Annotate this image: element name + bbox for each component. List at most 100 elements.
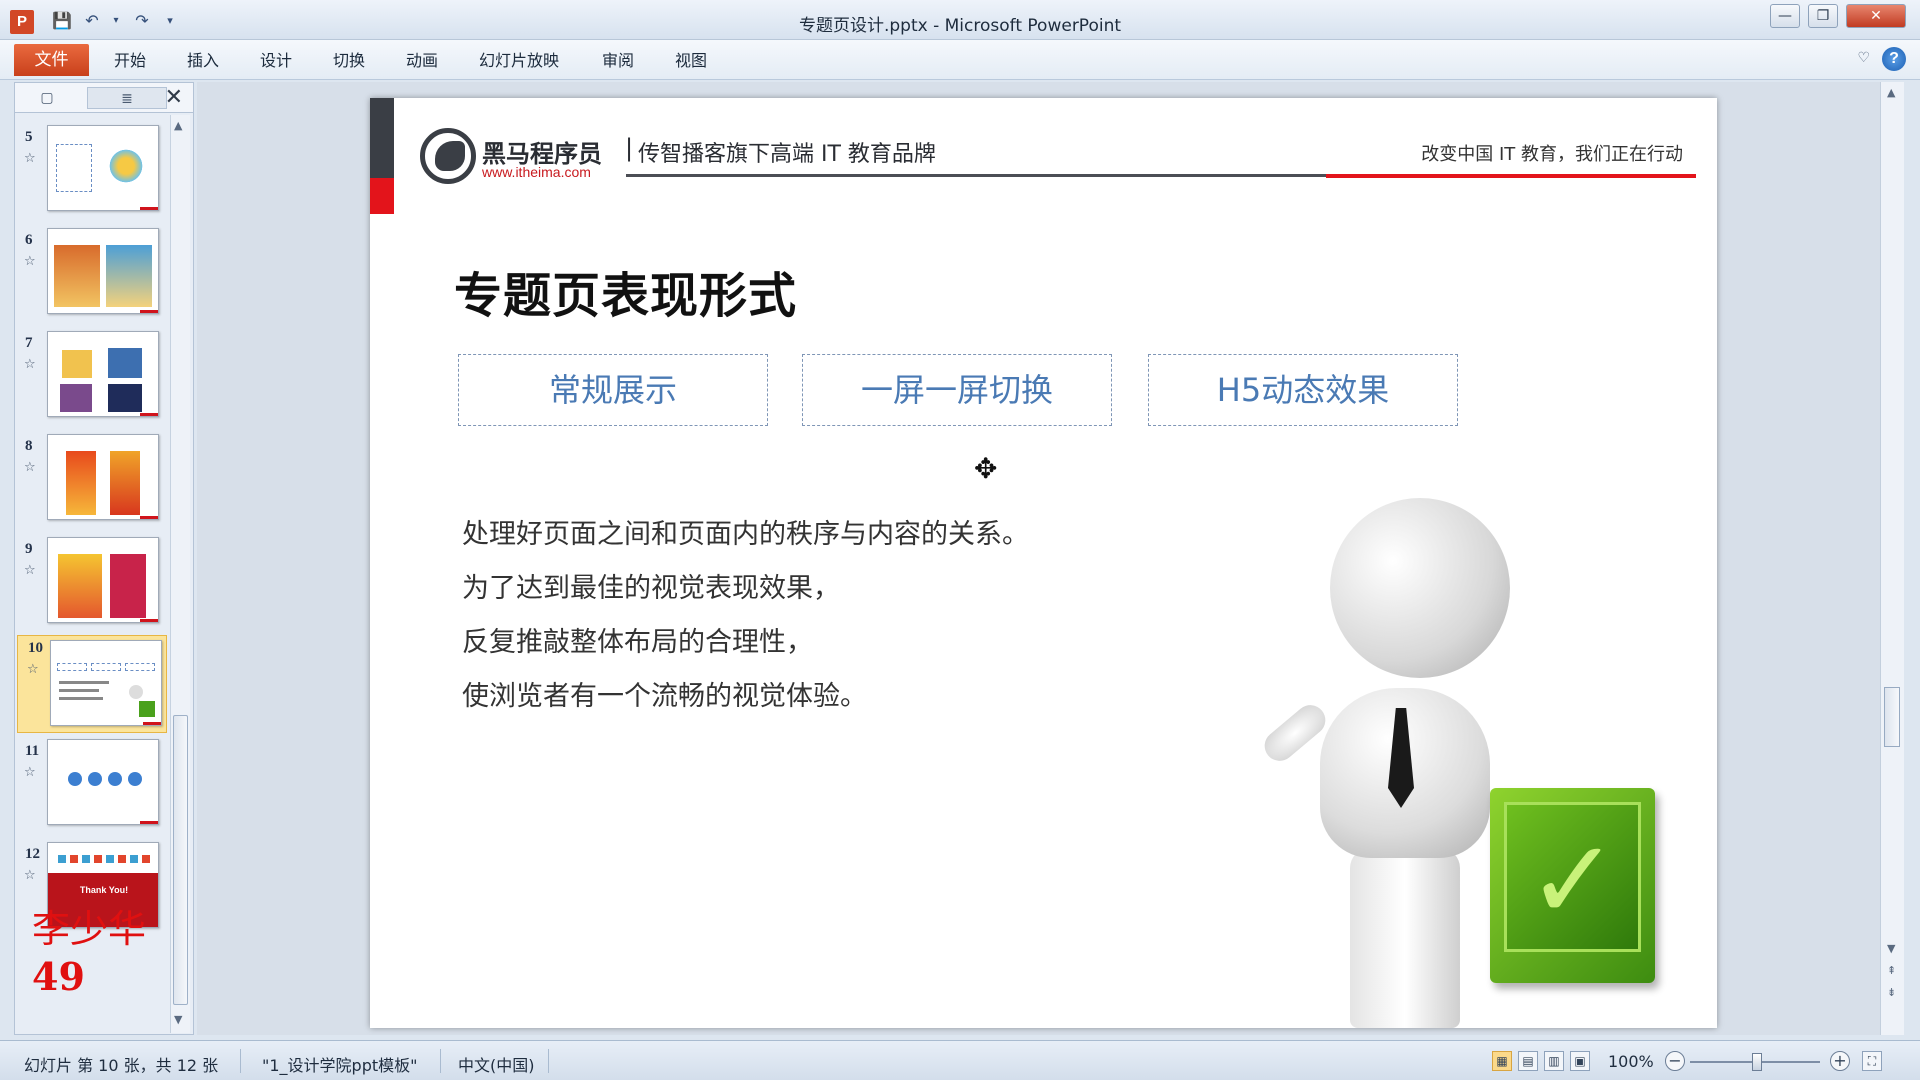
normal-view-icon[interactable]: ▦ [1492, 1051, 1512, 1071]
slide-thumbnail[interactable] [47, 739, 159, 825]
zoom-out-icon[interactable]: − [1665, 1051, 1685, 1071]
slide-side-bar-red [370, 178, 394, 214]
previous-slide-icon[interactable]: ⇞ [1887, 964, 1896, 977]
tab-view[interactable]: 视图 [675, 48, 707, 74]
slides-pane: ▢ ≣ ✕ 5 ☆ 6 ☆ 7 ☆ 8 ☆ 9 ☆ 10 ☆ 11 ☆ 12 ☆… [14, 82, 194, 1035]
watermark: 李少华 49 [32, 905, 146, 1001]
tab-animations[interactable]: 动画 [406, 48, 438, 74]
slides-tab-icon[interactable]: ▢ [17, 87, 77, 109]
slide-thumbnail[interactable] [47, 228, 159, 314]
ribbon-minimize-icon[interactable]: ♡ [1857, 50, 1870, 66]
thumbnail-row-selected[interactable]: 10 ☆ [17, 635, 167, 733]
tagline: 改变中国 IT 教育，我们正在行动 [1421, 144, 1683, 165]
scroll-up-icon[interactable]: ▲ [174, 119, 182, 132]
option-box-h5[interactable]: H5动态效果 [1148, 354, 1458, 426]
help-icon[interactable]: ? [1882, 47, 1906, 71]
checkmark-box-icon: ✓ [1490, 788, 1655, 983]
slide-number: 10 [28, 640, 43, 656]
thumbnail-row[interactable]: 8 ☆ [15, 434, 170, 534]
slide-number: 12 [25, 846, 40, 862]
animation-star-icon: ☆ [24, 868, 36, 883]
scroll-down-icon[interactable]: ▼ [1887, 942, 1895, 955]
brand-slogan: 传智播客旗下高端 IT 教育品牌 [638, 142, 936, 167]
thumbnail-row[interactable]: 9 ☆ [15, 537, 170, 637]
pane-tabs: ▢ ≣ ✕ [15, 83, 193, 113]
slide-number: 6 [25, 232, 33, 248]
horse-logo-icon [420, 128, 476, 184]
slide-sorter-view-icon[interactable]: ▤ [1518, 1051, 1538, 1071]
animation-star-icon: ☆ [27, 662, 39, 677]
slide-thumbnail[interactable] [47, 125, 159, 211]
zoom-in-icon[interactable]: + [1830, 1051, 1850, 1071]
slide-title[interactable]: 专题页表现形式 [454, 256, 797, 326]
slide-number: 5 [25, 129, 33, 145]
zoom-level[interactable]: 100% [1608, 1052, 1654, 1071]
fit-to-window-icon[interactable]: ⛶ [1862, 1051, 1882, 1071]
theme-name[interactable]: "1_设计学院ppt模板" [262, 1052, 418, 1076]
animation-star-icon: ☆ [24, 563, 36, 578]
language-indicator[interactable]: 中文(中国) [458, 1052, 535, 1076]
body-line: 反复推敲整体布局的合理性， [462, 627, 813, 658]
slide-number: 8 [25, 438, 33, 454]
reading-view-icon[interactable]: ▥ [1544, 1051, 1564, 1071]
move-cursor-icon: ✥ [974, 452, 998, 485]
tab-slideshow[interactable]: 幻灯片放映 [479, 48, 559, 74]
outline-tab-icon[interactable]: ≣ [87, 87, 167, 109]
figure-head [1330, 498, 1510, 678]
tab-transitions[interactable]: 切换 [333, 48, 365, 74]
body-line: 处理好页面之间和页面内的秩序与内容的关系。 [462, 519, 1029, 550]
slideshow-view-icon[interactable]: ▣ [1570, 1051, 1590, 1071]
slide-counter: 幻灯片 第 10 张，共 12 张 [24, 1056, 219, 1075]
window-title: 专题页设计.pptx - Microsoft PowerPoint [798, 16, 1122, 36]
thumbnail-row[interactable]: 11 ☆ [15, 739, 170, 839]
brand-separator: | [625, 134, 634, 162]
slide-number: 9 [25, 541, 33, 557]
close-pane-icon[interactable]: ✕ [165, 85, 183, 110]
editor-scrollbar[interactable]: ▲ ▼ ⇞ ⇟ [1880, 82, 1904, 1035]
animation-star-icon: ☆ [24, 460, 36, 475]
thumbnail-row[interactable]: 5 ☆ [15, 125, 170, 225]
figure-legs [1350, 848, 1460, 1028]
animation-star-icon: ☆ [24, 765, 36, 780]
close-button[interactable]: ✕ [1846, 4, 1906, 28]
maximize-button[interactable]: ❐ [1808, 4, 1838, 28]
tab-review[interactable]: 审阅 [602, 48, 634, 74]
watermark-number: 49 [32, 954, 85, 999]
slide-thumbnail[interactable] [47, 434, 159, 520]
next-slide-icon[interactable]: ⇟ [1887, 986, 1896, 999]
watermark-name: 李少华 [32, 907, 147, 951]
body-line: 使浏览者有一个流畅的视觉体验。 [462, 681, 867, 712]
animation-star-icon: ☆ [24, 151, 36, 166]
option-box-screen-switch[interactable]: 一屏一屏切换 [802, 354, 1112, 426]
option-box-regular[interactable]: 常规展示 [458, 354, 768, 426]
slide-thumbnail[interactable] [47, 331, 159, 417]
minimize-button[interactable]: — [1770, 4, 1800, 28]
title-bar: P 💾 ↶ ▾ ↷ ▾ 专题页设计.pptx - Microsoft Power… [0, 0, 1920, 40]
tab-design[interactable]: 设计 [260, 48, 292, 74]
header-divider [626, 174, 1326, 177]
status-bar: 幻灯片 第 10 张，共 12 张 "1_设计学院ppt模板" 中文(中国) ▦… [0, 1040, 1920, 1080]
thumbnail-text: Thank You! [79, 885, 129, 895]
thumbnails-scrollbar[interactable]: ▲ ▼ [170, 115, 190, 1033]
slide-thumbnail-current[interactable] [50, 640, 162, 726]
animation-star-icon: ☆ [24, 254, 36, 269]
slide-thumbnail[interactable] [47, 537, 159, 623]
zoom-slider-thumb[interactable] [1752, 1053, 1762, 1071]
slide-number: 7 [25, 335, 33, 351]
slide-canvas[interactable]: 黑马程序员 www.itheima.com | 传智播客旗下高端 IT 教育品牌… [370, 98, 1717, 1028]
animation-star-icon: ☆ [24, 357, 36, 372]
slide-body-text[interactable]: 处理好页面之间和页面内的秩序与内容的关系。 为了达到最佳的视觉表现效果， 反复推… [462, 508, 1029, 724]
scroll-down-icon[interactable]: ▼ [174, 1013, 182, 1026]
figure-with-checkmark-image[interactable]: ✓ [1250, 498, 1670, 1028]
ribbon-tabs: 文件 开始 插入 设计 切换 动画 幻灯片放映 审阅 视图 ♡ ? [0, 40, 1920, 80]
thumbnail-row[interactable]: 6 ☆ [15, 228, 170, 328]
tab-home[interactable]: 开始 [114, 48, 146, 74]
scroll-thumb[interactable] [1884, 687, 1900, 747]
body-line: 为了达到最佳的视觉表现效果， [462, 573, 840, 604]
thumbnail-row[interactable]: 7 ☆ [15, 331, 170, 431]
tab-file[interactable]: 文件 [14, 44, 89, 76]
tab-insert[interactable]: 插入 [187, 48, 219, 74]
scroll-up-icon[interactable]: ▲ [1887, 86, 1895, 99]
scroll-thumb[interactable] [173, 715, 188, 1005]
slide-side-bar-dark [370, 98, 394, 178]
